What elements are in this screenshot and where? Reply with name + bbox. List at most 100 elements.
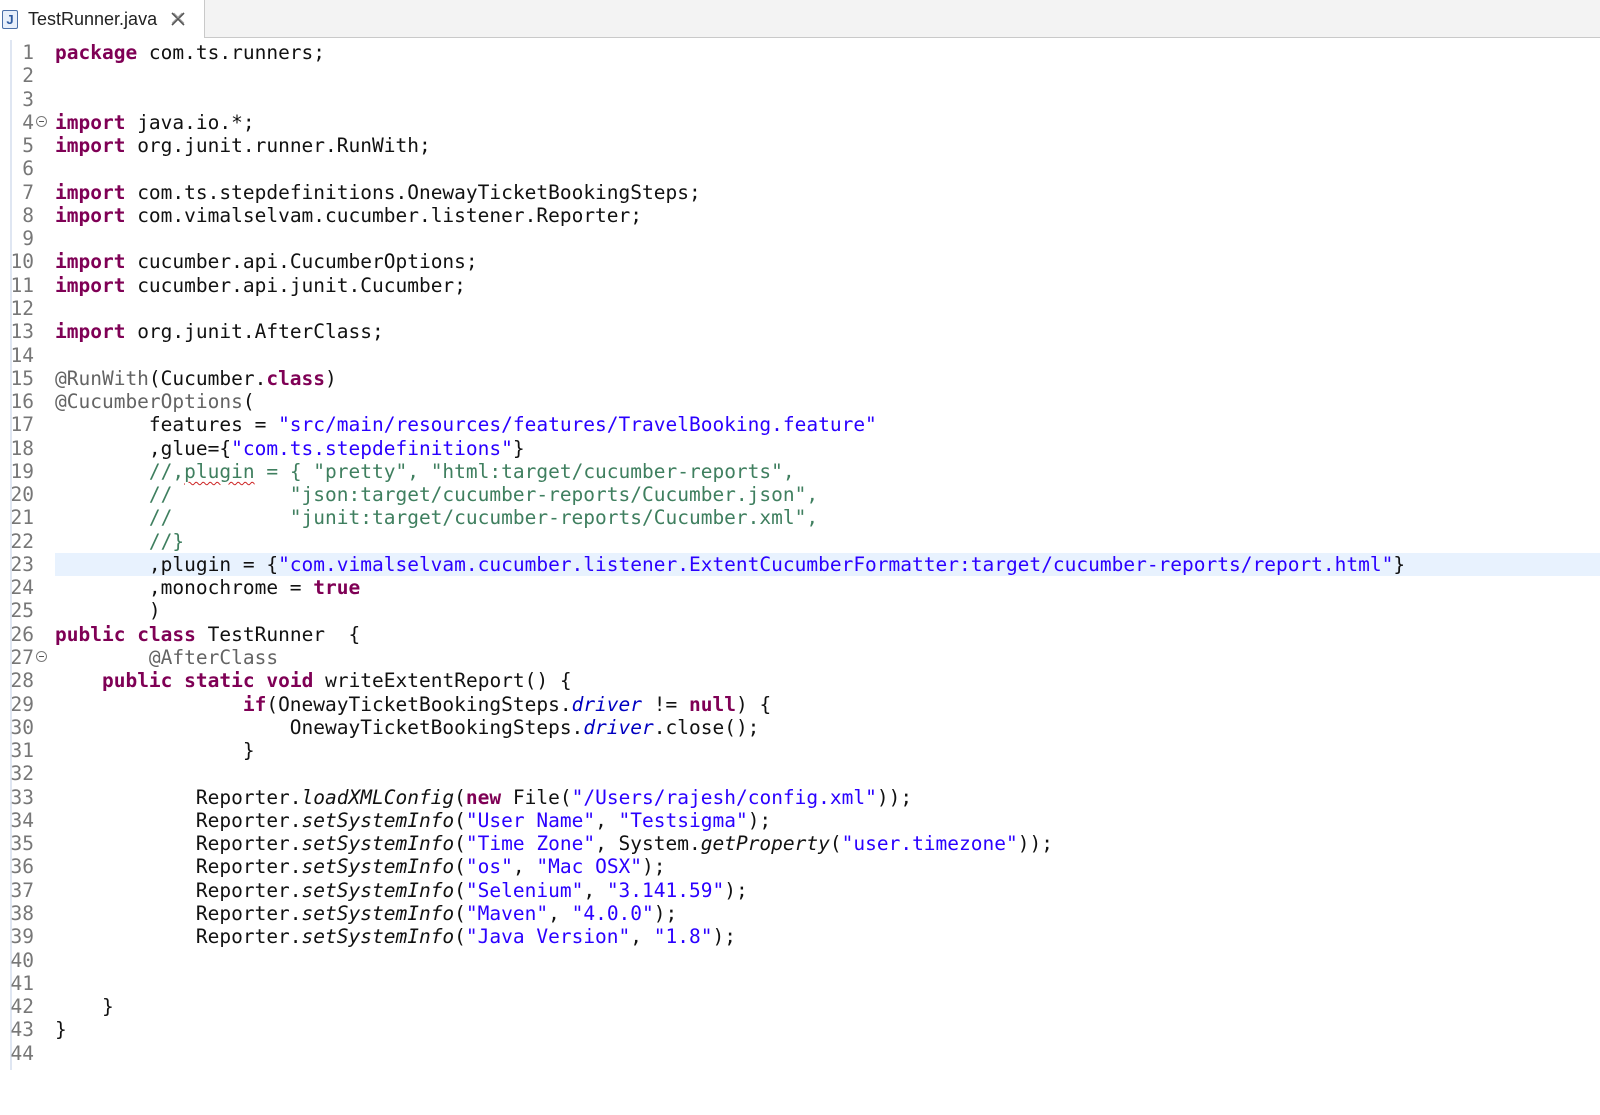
code-line[interactable]: 18 ,glue={"com.ts.stepdefinitions"}	[0, 437, 1600, 460]
close-icon[interactable]	[169, 10, 187, 28]
code-token: cucumber.api.junit.Cucumber;	[125, 273, 466, 297]
code-token: import	[55, 134, 126, 158]
code-line[interactable]: 24 ,monochrome = true	[0, 576, 1600, 599]
code-line[interactable]: 20 // "json:target/cucumber-reports/Cucu…	[0, 483, 1600, 506]
code-line[interactable]: 21 // "junit:target/cucumber-reports/Cuc…	[0, 506, 1600, 529]
code-line[interactable]: 4 import java.io.*;	[0, 111, 1600, 134]
code-token: (	[454, 855, 466, 879]
code-token: setSystemInfo	[301, 901, 455, 925]
line-code: // "json:target/cucumber-reports/Cucumbe…	[55, 483, 818, 506]
code-line[interactable]: 38 Reporter.setSystemInfo("Maven", "4.0.…	[0, 902, 1600, 925]
code-line[interactable]: 41	[0, 972, 1600, 995]
line-number: 35	[10, 832, 34, 856]
code-line[interactable]: 33 Reporter.loadXMLConfig(new File("/Use…	[0, 786, 1600, 809]
code-line[interactable]: 1 package com.ts.runners;	[0, 41, 1600, 64]
code-line[interactable]: 14	[0, 344, 1600, 367]
code-token: true	[313, 576, 361, 600]
line-code: }	[55, 995, 114, 1018]
line-number: 44	[10, 1041, 34, 1065]
line-code: )	[55, 599, 161, 622]
code-line[interactable]: 30 OnewayTicketBookingSteps.driver.close…	[0, 716, 1600, 739]
code-line[interactable]: 29 if(OnewayTicketBookingSteps.driver !=…	[0, 693, 1600, 716]
code-token: "Mac OSX"	[536, 855, 643, 879]
code-line[interactable]: 10 import cucumber.api.CucumberOptions;	[0, 250, 1600, 273]
line-number: 15	[10, 366, 34, 390]
tab-title: TestRunner.java	[28, 8, 158, 29]
code-line[interactable]: 32	[0, 762, 1600, 785]
code-token: }	[55, 995, 114, 1019]
code-line[interactable]: 19 //,plugin = { "pretty", "html:target/…	[0, 460, 1600, 483]
code-token: "Selenium"	[465, 878, 584, 902]
line-number: 26	[10, 622, 34, 646]
code-line[interactable]: 9	[0, 227, 1600, 250]
line-number: 6	[22, 157, 34, 181]
code-line[interactable]: 12	[0, 297, 1600, 320]
code-line[interactable]: 44	[0, 1042, 1600, 1065]
code-line[interactable]: 2	[0, 64, 1600, 87]
code-line[interactable]: 39 Reporter.setSystemInfo("Java Version"…	[0, 925, 1600, 948]
line-number: 19	[10, 459, 34, 483]
code-line[interactable]: 31 }	[0, 739, 1600, 762]
code-line[interactable]: 3	[0, 88, 1600, 111]
code-token: setSystemInfo	[301, 808, 455, 832]
code-token: );	[712, 925, 736, 949]
code-line[interactable]: 28 public static void writeExtentReport(…	[0, 669, 1600, 692]
code-line[interactable]: 27 @AfterClass	[0, 646, 1600, 669]
code-line[interactable]: 43}	[0, 1018, 1600, 1041]
code-token: Reporter.	[55, 855, 302, 879]
fold-collapse-icon[interactable]	[36, 115, 47, 127]
code-line[interactable]: 16 @CucumberOptions(	[0, 390, 1600, 413]
code-line[interactable]: 25 )	[0, 599, 1600, 622]
code-line[interactable]: 23 ,plugin = {"com.vimalselvam.cucumber.…	[0, 553, 1600, 576]
line-number: 30	[10, 715, 34, 739]
code-line[interactable]: 35 Reporter.setSystemInfo("Time Zone", S…	[0, 832, 1600, 855]
code-token: cucumber.api.CucumberOptions;	[125, 250, 478, 274]
line-number: 9	[22, 227, 34, 251]
code-line[interactable]: 40	[0, 949, 1600, 972]
code-token: "User Name"	[465, 808, 596, 832]
line-number: 43	[10, 1018, 34, 1042]
code-line[interactable]: 34 Reporter.setSystemInfo("User Name", "…	[0, 809, 1600, 832]
line-code: package com.ts.runners;	[55, 41, 325, 64]
line-code: @AfterClass	[55, 646, 278, 669]
code-token: "os"	[465, 855, 513, 879]
code-token: public	[55, 622, 126, 646]
line-code: //,plugin = { "pretty", "html:target/cuc…	[55, 460, 795, 483]
code-line[interactable]: 15 @RunWith(Cucumber.class)	[0, 367, 1600, 390]
code-token: ,glue={	[55, 436, 232, 460]
code-line[interactable]: 36 Reporter.setSystemInfo("os", "Mac OSX…	[0, 855, 1600, 878]
code-line[interactable]: 7 import com.ts.stepdefinitions.OnewayTic…	[0, 181, 1600, 204]
code-token: "4.0.0"	[571, 901, 654, 925]
code-line[interactable]: 37 Reporter.setSystemInfo("Selenium", "3…	[0, 879, 1600, 902]
code-line[interactable]: 8 import com.vimalselvam.cucumber.listene…	[0, 204, 1600, 227]
code-token: ,	[583, 878, 607, 902]
code-token: ,plugin = {	[55, 552, 279, 576]
code-token: import	[55, 320, 126, 344]
code-line[interactable]: 11 import cucumber.api.junit.Cucumber;	[0, 274, 1600, 297]
code-editor[interactable]: 1 package com.ts.runners; 2 3 4 import java.i…	[0, 40, 1600, 1115]
line-code: @CucumberOptions(	[55, 390, 255, 413]
code-token: }	[55, 1018, 67, 1042]
code-line[interactable]: 22 //}	[0, 530, 1600, 553]
code-line[interactable]: 5 import org.junit.runner.RunWith;	[0, 134, 1600, 157]
code-token: }	[512, 436, 525, 460]
line-code: import cucumber.api.CucumberOptions;	[55, 250, 478, 273]
line-number: 4	[22, 110, 34, 134]
code-token: Reporter.	[55, 785, 302, 809]
code-line[interactable]: 26 public class TestRunner {	[0, 623, 1600, 646]
code-token: driver	[571, 692, 643, 716]
code-line[interactable]: 42 }	[0, 995, 1600, 1018]
code-token: @RunWith	[55, 366, 149, 390]
fold-collapse-icon[interactable]	[36, 651, 47, 663]
tab-testrunner-java[interactable]: J TestRunner.java	[0, 0, 205, 38]
line-code: ,plugin = {"com.vimalselvam.cucumber.lis…	[55, 553, 1405, 576]
line-number: 13	[10, 320, 34, 344]
code-token: (	[454, 832, 466, 856]
line-code: ,monochrome = true	[55, 576, 360, 599]
code-token: (OnewayTicketBookingSteps.	[266, 692, 572, 716]
code-line[interactable]: 13 import org.junit.AfterClass;	[0, 320, 1600, 343]
code-line[interactable]: 17 features = "src/main/resources/featur…	[0, 413, 1600, 436]
line-number: 5	[22, 134, 34, 158]
code-line[interactable]: 6	[0, 157, 1600, 180]
